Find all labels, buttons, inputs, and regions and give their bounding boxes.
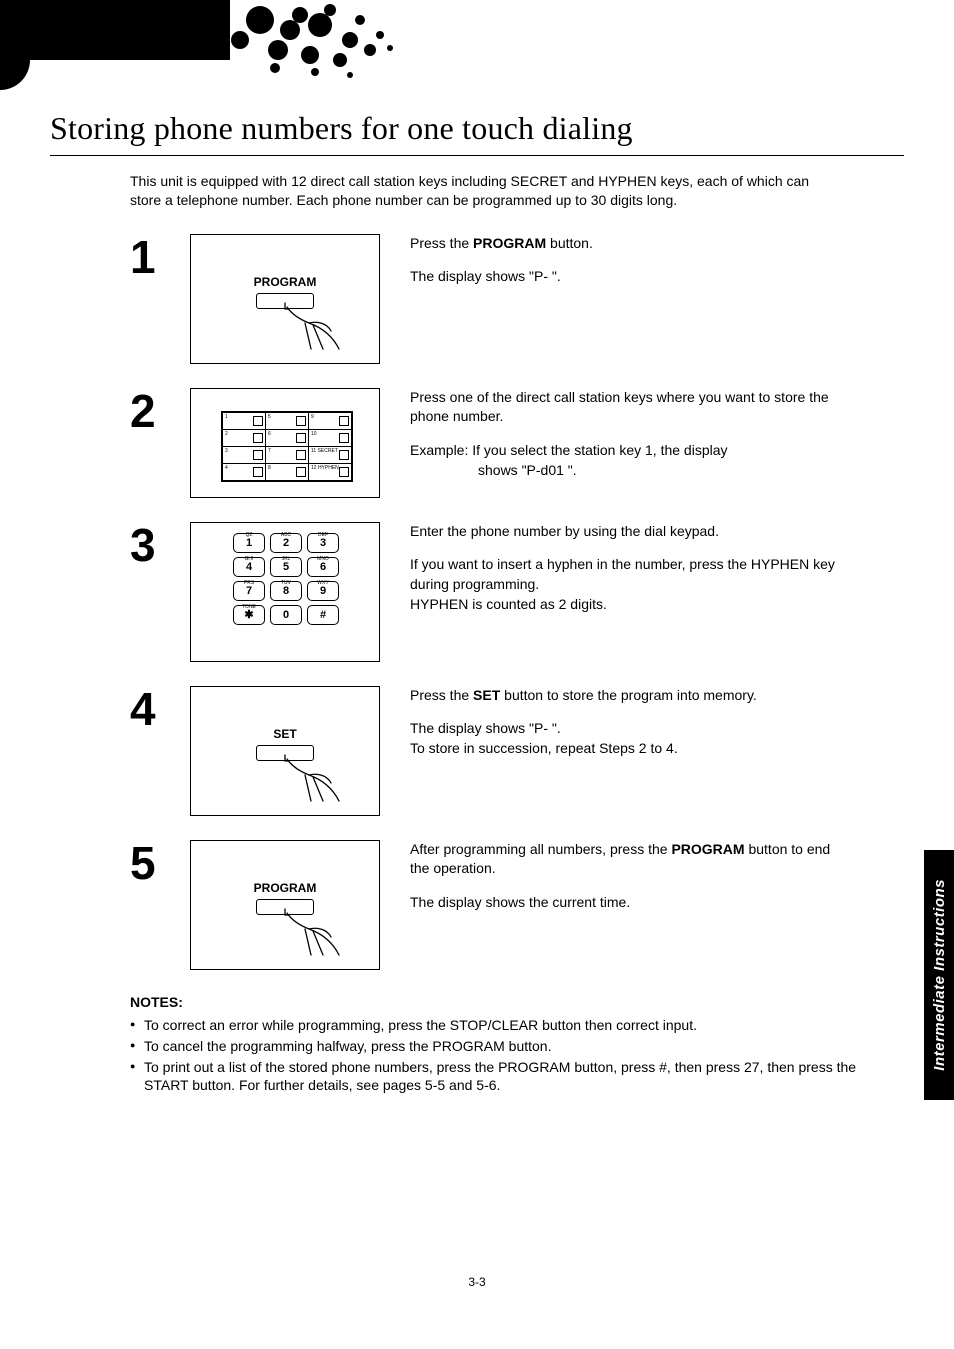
keypad-key: TUV8 — [270, 581, 302, 601]
illus-keypad: QZ1ABC2DEF3GHI4JKL5MNO6PRS7TUV8WXY9TONE✱… — [233, 533, 339, 629]
step-text: Press the SET button to store the progra… — [410, 686, 850, 706]
step-description: Press the PROGRAM button. The display sho… — [410, 234, 850, 301]
hand-icon — [279, 301, 349, 351]
keypad-key: TONE✱ — [233, 605, 265, 625]
note-item: To print out a list of the stored phone … — [130, 1058, 904, 1096]
step-row: 1PROGRAM Press the PROGRAM button. The di… — [130, 234, 904, 364]
step-description: After programming all numbers, press the… — [410, 840, 850, 927]
step-illustration: PROGRAM — [190, 840, 380, 970]
step-text: Enter the phone number by using the dial… — [410, 522, 850, 542]
step-number: 4 — [130, 686, 190, 732]
section-tab-label: Intermediate Instructions — [931, 879, 948, 1071]
step-illustration: QZ1ABC2DEF3GHI4JKL5MNO6PRS7TUV8WXY9TONE✱… — [190, 522, 380, 662]
section-tab: Intermediate Instructions — [924, 850, 954, 1100]
step-text: If you want to insert a hyphen in the nu… — [410, 555, 850, 614]
step-description: Enter the phone number by using the dial… — [410, 522, 850, 628]
keypad-key: 0 — [270, 605, 302, 625]
step-description: Press one of the direct call station key… — [410, 388, 850, 494]
step-illustration: SET — [190, 686, 380, 816]
step-text: After programming all numbers, press the… — [410, 840, 850, 879]
step-illustration: 15926103711 SECRET4812 HYPHEN — [190, 388, 380, 498]
note-item: To correct an error while programming, p… — [130, 1016, 904, 1035]
intro-paragraph: This unit is equipped with 12 direct cal… — [130, 172, 830, 210]
step-number: 1 — [130, 234, 190, 280]
step-text: Press the PROGRAM button. — [410, 234, 850, 254]
step-number: 5 — [130, 840, 190, 886]
keypad-key: # — [307, 605, 339, 625]
page-number: 3-3 — [0, 1275, 954, 1289]
keypad-key: WXY9 — [307, 581, 339, 601]
step-text: The display shows "P- ".To store in succ… — [410, 719, 850, 758]
illus-button-label: SET — [191, 727, 379, 741]
step-number: 3 — [130, 522, 190, 568]
step-text: Example: If you select the station key 1… — [410, 441, 850, 480]
illus-button-label: PROGRAM — [191, 881, 379, 895]
step-row: 2 15926103711 SECRET4812 HYPHEN Press one … — [130, 388, 904, 498]
note-item: To cancel the programming halfway, press… — [130, 1037, 904, 1056]
step-row: 3QZ1ABC2DEF3GHI4JKL5MNO6PRS7TUV8WXY9TONE… — [130, 522, 904, 662]
notes-section: NOTES: To correct an error while program… — [130, 994, 904, 1096]
step-row: 4SET Press the SET button to store the p… — [130, 686, 904, 816]
step-row: 5PROGRAM After programming all numbers, … — [130, 840, 904, 970]
step-number: 2 — [130, 388, 190, 434]
step-text: Press one of the direct call station key… — [410, 388, 850, 427]
title-rule — [50, 155, 904, 156]
page-title: Storing phone numbers for one touch dial… — [50, 110, 904, 147]
step-illustration: PROGRAM — [190, 234, 380, 364]
illus-station-keys: 15926103711 SECRET4812 HYPHEN — [221, 411, 353, 482]
illus-button-label: PROGRAM — [191, 275, 379, 289]
hand-icon — [279, 907, 349, 957]
step-text: The display shows the current time. — [410, 893, 850, 913]
step-description: Press the SET button to store the progra… — [410, 686, 850, 773]
step-text: The display shows "P- ". — [410, 267, 850, 287]
hand-icon — [279, 753, 349, 803]
notes-heading: NOTES: — [130, 994, 904, 1010]
